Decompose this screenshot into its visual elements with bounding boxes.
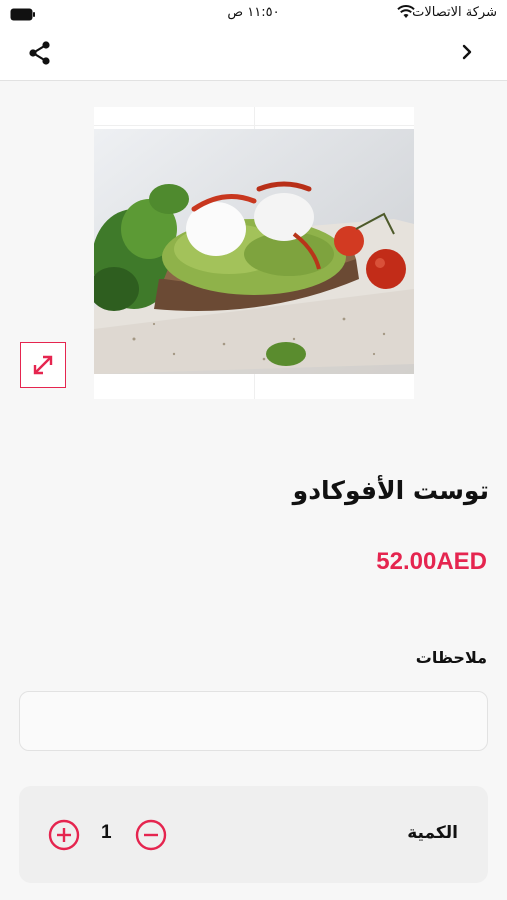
status-bar: ١١:٥٠ ص شركة الاتصالات	[0, 0, 507, 28]
avocado-toast-photo	[94, 129, 414, 374]
product-title: توست الأفوكادو	[292, 476, 489, 505]
quantity-card: 1 الكمية	[19, 786, 488, 883]
chevron-right-icon[interactable]	[461, 43, 473, 65]
notes-input[interactable]	[19, 691, 488, 751]
product-image[interactable]	[94, 107, 414, 399]
expand-icon	[33, 355, 53, 375]
nav-bar	[0, 28, 507, 81]
expand-image-button[interactable]	[20, 342, 66, 388]
carrier-name: شركة الاتصالات	[412, 5, 497, 20]
share-icon[interactable]	[27, 40, 53, 70]
product-price: 52.00AED	[376, 548, 487, 575]
plus-circle-icon[interactable]	[48, 819, 80, 855]
image-divider	[94, 125, 414, 126]
quantity-label: الكمية	[407, 823, 458, 843]
quantity-value: 1	[101, 822, 112, 843]
minus-circle-icon[interactable]	[135, 819, 167, 855]
notes-label: ملاحظات	[415, 648, 487, 667]
